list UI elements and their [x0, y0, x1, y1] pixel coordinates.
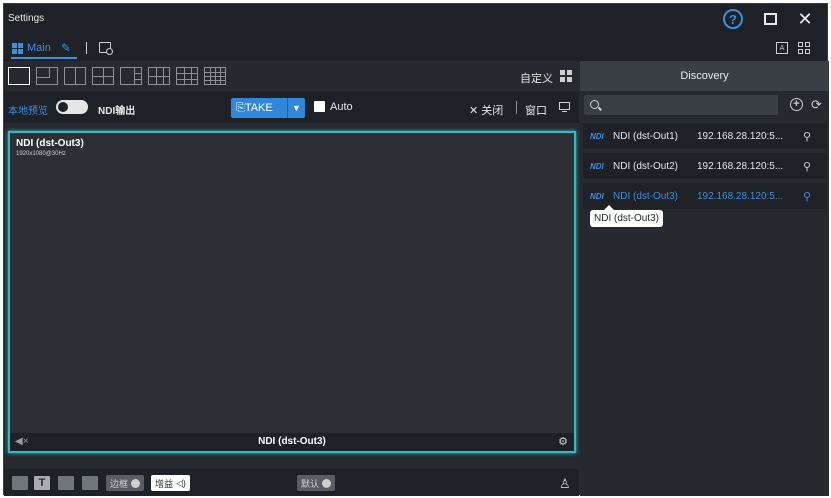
monitor-icon[interactable] [559, 102, 570, 113]
preview-resolution: 1920x1080@30Hz [16, 151, 66, 157]
ndi-output-label: NDI输出 [98, 106, 136, 117]
building-tool-icon[interactable] [82, 476, 98, 490]
preview-footer-name: NDI (dst-Out3) [258, 436, 326, 447]
text-overlay-icon[interactable]: A [776, 42, 788, 54]
border-settings-icon [131, 478, 141, 488]
close-all-button[interactable]: ✕ 关闭 [469, 102, 503, 118]
text-tool-icon[interactable]: T [34, 476, 50, 490]
stage-icon[interactable]: ♙ [559, 476, 571, 492]
take-label: ⎘TAKE [236, 101, 273, 114]
custom-layout-label[interactable]: 自定义 [520, 70, 553, 86]
take-text: TAKE [244, 101, 273, 114]
ndi-logo-icon: NDI [590, 191, 604, 201]
local-preview-label: 本地预览 [8, 106, 48, 117]
layout-selector: 自定义 [4, 61, 579, 91]
layout-grid-icon[interactable] [12, 476, 28, 490]
search-box[interactable] [584, 95, 778, 115]
new-tab-icon[interactable] [99, 42, 113, 55]
layout-quad[interactable] [92, 67, 114, 85]
layout-side-by-side[interactable] [64, 67, 86, 85]
gear-icon[interactable]: ⚙ [558, 435, 568, 448]
refresh-icon[interactable]: ⟳ [811, 97, 822, 113]
grid-icon [12, 42, 23, 54]
layout-main-plus-three[interactable] [120, 67, 142, 85]
tab-active-indicator [11, 57, 77, 59]
local-preview-toggle[interactable] [56, 100, 88, 114]
pin-icon[interactable]: ⚲ [797, 160, 817, 173]
chevron-down-icon[interactable]: ▼ [287, 98, 305, 118]
layout-six[interactable] [148, 67, 170, 85]
custom-layout-icon[interactable] [560, 70, 572, 82]
maximize-button[interactable] [759, 8, 781, 30]
ndi-logo-icon: NDI [590, 131, 604, 141]
border-button[interactable]: 边框 [106, 475, 145, 491]
list-item[interactable]: NDI NDI (dst-Out3) 192.168.28.120:5... ⚲ [583, 183, 826, 209]
help-button[interactable]: ? [722, 8, 744, 30]
pin-icon[interactable]: ⚲ [797, 130, 817, 143]
layout-sixteen[interactable] [204, 67, 226, 85]
source-ip: 192.168.28.120:5... [697, 190, 784, 202]
pencil-icon[interactable]: ✎ [61, 41, 71, 55]
source-name: NDI (dst-Out3) [613, 190, 679, 202]
list-item[interactable]: NDI NDI (dst-Out1) 192.168.28.120:5... ⚲ [583, 123, 826, 149]
control-separator [516, 101, 517, 114]
auto-label: Auto [330, 101, 353, 113]
app-window: Settings ? ✕ Main ✎ A 自定义 Discovery 本地预览… [3, 3, 829, 496]
tab-main-label: Main [27, 42, 51, 54]
preview-window[interactable]: NDI (dst-Out3) 1920x1080@30Hz ◀× NDI (ds… [8, 131, 576, 453]
list-item[interactable]: NDI NDI (dst-Out2) 192.168.28.120:5... ⚲ [583, 153, 826, 179]
close-all-label: 关闭 [481, 105, 504, 117]
control-bar: 本地预览 NDI输出 ⎘TAKE ▼ Auto ✕ 关闭 窗口 [4, 91, 579, 123]
source-name: NDI (dst-Out2) [613, 160, 679, 172]
layout-single[interactable] [8, 67, 30, 85]
search-input[interactable] [604, 97, 774, 113]
discovery-header: Discovery [580, 61, 829, 91]
discovery-title: Discovery [680, 70, 729, 82]
source-tooltip: NDI (dst-Out3) [590, 205, 664, 227]
pin-icon[interactable]: ⚲ [797, 190, 817, 203]
discovery-search-row: + ⟳ [580, 91, 829, 121]
bottom-toolbar: T 边框 增益 ◁) 默认 ♙ [4, 469, 579, 496]
window-title: Settings [8, 13, 45, 24]
tab-bar: Main ✎ A [4, 34, 827, 61]
speaker-icon: ◁) [176, 477, 186, 488]
default-button[interactable]: 默认 [297, 475, 336, 491]
tab-separator [86, 42, 87, 54]
close-icon: ✕ [797, 8, 813, 29]
maximize-icon [763, 13, 777, 25]
preview-footer: ◀× NDI (dst-Out3) ⚙ [10, 433, 574, 451]
gain-label: 增益 [155, 478, 174, 489]
image-tool-icon[interactable] [58, 476, 74, 490]
layout-nine[interactable] [176, 67, 198, 85]
search-icon [590, 100, 599, 109]
help-icon: ? [723, 9, 743, 29]
tab-main[interactable]: Main ✎ [12, 41, 71, 55]
qr-grid-icon[interactable] [798, 42, 810, 54]
close-button[interactable]: ✕ [794, 8, 816, 30]
layout-pip[interactable] [36, 67, 58, 85]
window-button[interactable]: 窗口 [525, 102, 547, 118]
preview-source-name: NDI (dst-Out3) [16, 138, 84, 149]
discovery-list: NDI NDI (dst-Out1) 192.168.28.120:5... ⚲… [580, 121, 829, 496]
default-label: 默认 [301, 478, 320, 489]
take-button[interactable]: ⎘TAKE ▼ [231, 98, 305, 118]
gain-button[interactable]: 增益 ◁) [151, 475, 190, 491]
auto-checkbox[interactable] [314, 101, 325, 112]
border-label: 边框 [110, 478, 129, 489]
title-bar: Settings ? ✕ [4, 4, 827, 34]
source-ip: 192.168.28.120:5... [697, 130, 784, 142]
ndi-logo-icon: NDI [590, 161, 604, 171]
source-ip: 192.168.28.120:5... [697, 160, 784, 172]
add-circle-icon[interactable]: + [790, 98, 803, 111]
default-settings-icon [322, 478, 332, 488]
source-name: NDI (dst-Out1) [613, 130, 679, 142]
